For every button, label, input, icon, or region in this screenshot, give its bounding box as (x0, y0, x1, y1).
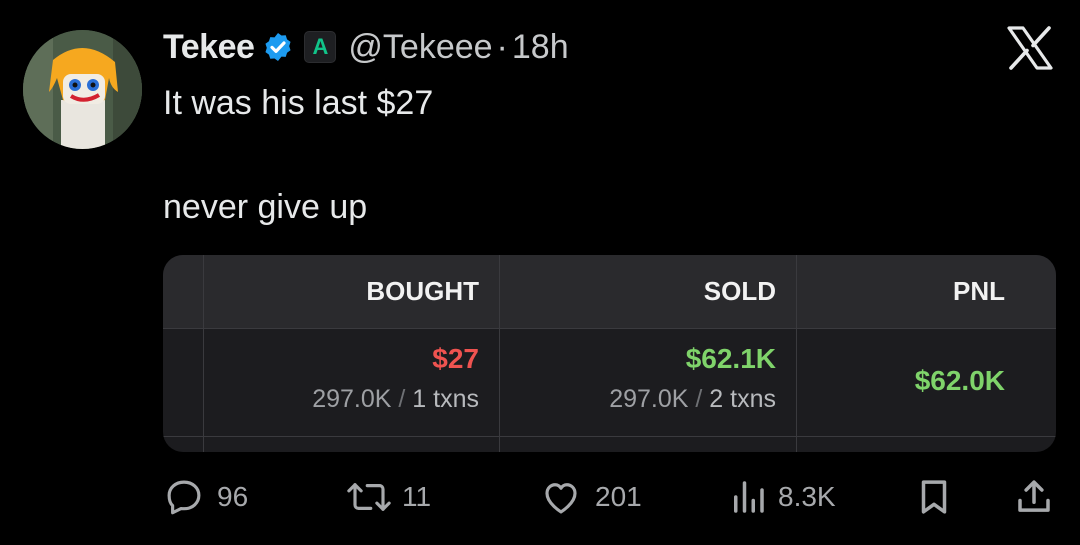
author-name[interactable]: Tekee (163, 28, 255, 67)
sold-details: 297.0K / 2 txns (499, 385, 776, 414)
bought-details: 297.0K / 1 txns (203, 385, 479, 414)
card-divider (163, 328, 1056, 329)
view-count: 8.3K (778, 481, 836, 512)
bought-txns: 1 txns (412, 385, 479, 413)
bought-cell: $27 297.0K / 1 txns (203, 343, 479, 414)
repost-icon (347, 483, 391, 511)
repost-button[interactable]: 11 (344, 470, 431, 524)
avatar[interactable] (23, 30, 142, 149)
like-count: 201 (595, 481, 642, 512)
tweet-header: Tekee A @Tekeee · 18h (163, 24, 569, 70)
affiliate-badge[interactable]: A (304, 31, 337, 63)
sold-tokens: 297.0K (609, 385, 689, 413)
tweet-text-line-2: never give up (163, 188, 368, 226)
column-header-sold: SOLD (703, 276, 776, 306)
card-divider (163, 436, 1056, 437)
column-header-pnl: PNL (953, 276, 1005, 306)
pnl-amount: $62.0K (914, 365, 1005, 396)
sold-slash: / (695, 385, 703, 413)
reply-icon (167, 480, 201, 515)
bought-slash: / (398, 385, 406, 413)
bought-tokens: 297.0K (312, 385, 392, 413)
separator-dot: · (496, 27, 508, 66)
sold-cell: $62.1K 297.0K / 2 txns (499, 343, 776, 414)
share-button[interactable] (1013, 470, 1055, 524)
action-bar: 96 11 201 8.3K (0, 470, 1080, 524)
share-icon (1018, 480, 1050, 512)
avatar-image (23, 30, 142, 149)
sold-amount: $62.1K (685, 343, 776, 374)
reply-button[interactable]: 96 (163, 470, 248, 524)
views-button[interactable]: 8.3K (730, 470, 836, 524)
bought-amount: $27 (432, 343, 479, 374)
bookmark-button[interactable] (916, 470, 952, 524)
like-icon (545, 483, 577, 514)
post-time[interactable]: 18h (512, 28, 569, 67)
tweet-text-line-1: It was his last $27 (163, 84, 434, 122)
verified-badge-icon (265, 33, 291, 61)
bookmark-icon (921, 480, 947, 514)
trade-summary-card[interactable]: BOUGHT SOLD PNL $27 297.0K / 1 txns $62.… (163, 255, 1056, 452)
like-button[interactable]: 201 (539, 470, 642, 524)
reply-count: 96 (217, 481, 249, 512)
x-logo-icon (1007, 26, 1053, 70)
sold-txns: 2 txns (709, 385, 776, 413)
column-header-bought: BOUGHT (366, 276, 479, 306)
repost-count: 11 (402, 481, 432, 512)
author-handle[interactable]: @Tekeee (348, 28, 492, 67)
views-icon (734, 481, 764, 513)
